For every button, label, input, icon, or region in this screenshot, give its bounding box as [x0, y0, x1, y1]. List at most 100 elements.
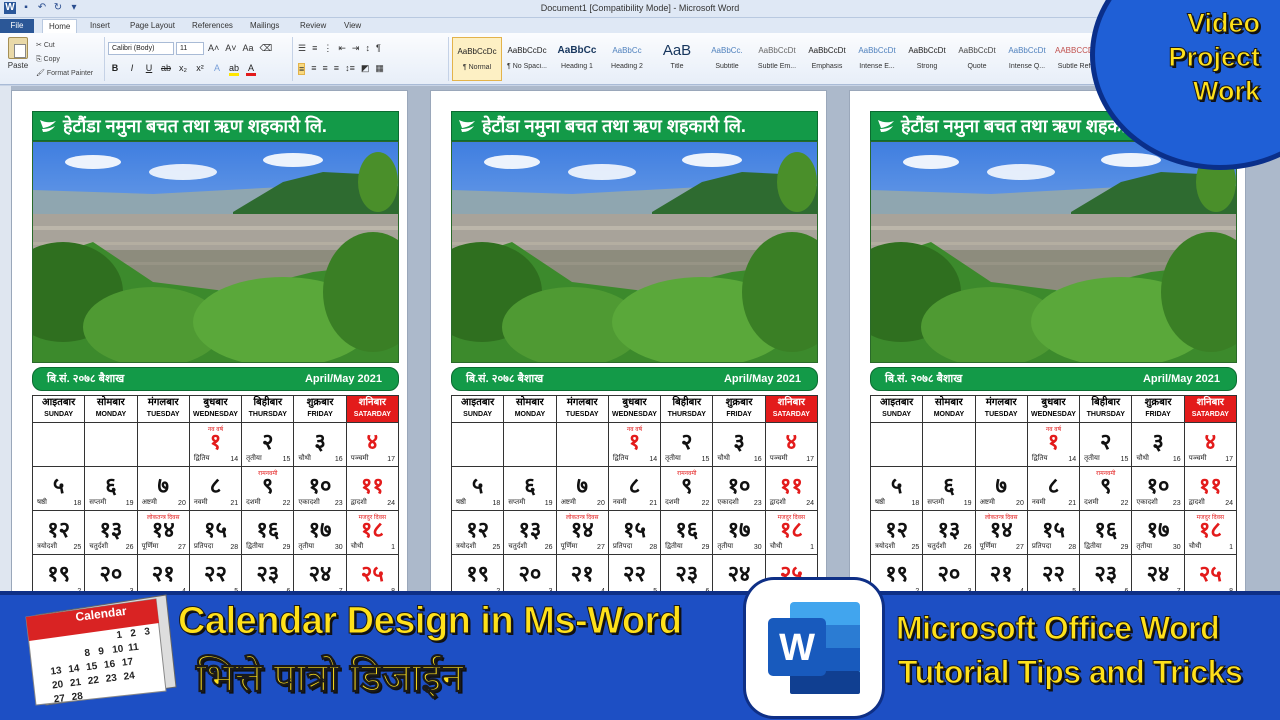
day-cell[interactable]: नव वर्ष १ द्वितिय 14 — [1026, 422, 1081, 467]
day-cell[interactable]: रामनवमी ९ दशमी 22 — [241, 466, 295, 511]
day-cell[interactable]: नव वर्ष १ द्वितिय 14 — [188, 422, 243, 467]
highlight-icon[interactable]: ab — [229, 63, 239, 76]
text-effects-icon[interactable]: A — [212, 63, 222, 76]
day-cell[interactable] — [136, 422, 190, 467]
day-cell[interactable]: ४ पञ्चमी 17 — [1183, 422, 1238, 467]
day-cell[interactable]: ८ नवमी 21 — [1026, 466, 1081, 511]
increase-indent-icon[interactable]: ⇥ — [352, 43, 360, 54]
day-cell[interactable]: ४ पञ्चमी 17 — [764, 422, 819, 467]
underline-icon[interactable]: U — [144, 63, 154, 76]
day-cell[interactable]: १२ त्रयोदशी 25 — [450, 510, 505, 555]
multilevel-list-icon[interactable]: ⋮ — [323, 43, 332, 54]
day-cell[interactable]: २ तृतीया 15 — [241, 422, 295, 467]
day-cell[interactable]: ८ नवमी 21 — [188, 466, 243, 511]
format-painter-button[interactable]: 🖌 Format Painter — [36, 67, 93, 81]
day-cell[interactable]: ३ चौथी 16 — [293, 422, 347, 467]
day-cell[interactable]: ६ सप्तमी 19 — [84, 466, 138, 511]
style-8[interactable]: AaBbCcDt Emphasis — [802, 37, 852, 81]
day-cell[interactable]: १३ चतुर्दशी 26 — [503, 510, 557, 555]
day-cell[interactable]: रामनवमी ९ दशमी 22 — [660, 466, 714, 511]
day-cell[interactable]: मजदुर दिवस १८ चौथी 1 — [764, 510, 819, 555]
style-9[interactable]: AaBbCcDt Intense E... — [852, 37, 902, 81]
tab-home[interactable]: Home — [42, 19, 78, 33]
document-page-1[interactable]: हेटौंडा नमुना बचत तथा ऋण शहकारी लि. बि.सं… — [11, 90, 408, 600]
tab-view[interactable]: View — [338, 19, 367, 33]
day-cell[interactable]: १५ प्रतिपदा 28 — [1026, 510, 1081, 555]
subscript-icon[interactable]: x₂ — [178, 63, 188, 76]
day-cell[interactable]: १० एकादशी 23 — [712, 466, 766, 511]
day-cell[interactable] — [503, 422, 557, 467]
style-5[interactable]: AaB Title — [652, 37, 702, 81]
day-cell[interactable]: ११ द्वादशी 24 — [764, 466, 819, 511]
show-marks-icon[interactable]: ¶ — [376, 43, 381, 54]
numbering-icon[interactable]: ≡ — [312, 43, 317, 54]
day-cell[interactable]: १३ चतुर्दशी 26 — [922, 510, 976, 555]
strikethrough-icon[interactable]: ab — [161, 63, 171, 76]
shrink-font-icon[interactable]: A˅ — [225, 43, 236, 54]
style-4[interactable]: AaBbCc Heading 2 — [602, 37, 652, 81]
align-center-icon[interactable]: ≡ — [311, 63, 316, 75]
day-cell[interactable] — [84, 422, 138, 467]
day-cell[interactable]: १५ प्रतिपदा 28 — [188, 510, 243, 555]
day-cell[interactable]: रामनवमी ९ दशमी 22 — [1079, 466, 1133, 511]
day-cell[interactable]: १६ द्वितीया 29 — [660, 510, 714, 555]
day-cell[interactable]: ११ द्वादशी 24 — [1183, 466, 1238, 511]
sort-icon[interactable]: ↕ — [365, 43, 370, 54]
tab-file[interactable]: File — [0, 19, 34, 33]
day-cell[interactable]: ५ षष्ठी 18 — [450, 466, 505, 511]
day-cell[interactable] — [555, 422, 609, 467]
style-6[interactable]: AaBbCc. Subtitle — [702, 37, 752, 81]
line-spacing-icon[interactable]: ↕≡ — [345, 63, 355, 75]
bold-icon[interactable]: B — [110, 63, 120, 76]
day-cell[interactable]: १३ चतुर्दशी 26 — [84, 510, 138, 555]
day-cell[interactable]: १७ तृतीया 30 — [293, 510, 347, 555]
day-cell[interactable]: ३ चौथी 16 — [712, 422, 766, 467]
day-cell[interactable]: १२ त्रयोदशी 25 — [31, 510, 86, 555]
day-cell[interactable]: लोकतन्त्र दिवस १४ पूर्णिमा 27 — [974, 510, 1028, 555]
style-3[interactable]: AaBbCc Heading 1 — [552, 37, 602, 81]
style-11[interactable]: AaBbCcDt Quote — [952, 37, 1002, 81]
day-cell[interactable]: ६ सप्तमी 19 — [503, 466, 557, 511]
tab-references[interactable]: References — [186, 19, 239, 33]
style-7[interactable]: AaBbCcDt Subtle Em... — [752, 37, 802, 81]
day-cell[interactable]: लोकतन्त्र दिवस १४ पूर्णिमा 27 — [136, 510, 190, 555]
day-cell[interactable]: २ तृतीया 15 — [1079, 422, 1133, 467]
document-page-3[interactable]: हेटौंडा नमुना बचत तथा ऋण शहकारी लि. बि.सं… — [849, 90, 1246, 600]
day-cell[interactable]: १६ द्वितीया 29 — [1079, 510, 1133, 555]
align-right-icon[interactable]: ≡ — [323, 63, 328, 75]
document-page-2[interactable]: हेटौंडा नमुना बचत तथा ऋण शहकारी लि. बि.सं… — [430, 90, 827, 600]
font-name-dropdown[interactable]: Calibri (Body) — [108, 42, 174, 55]
cut-button[interactable]: ✂ Cut — [36, 39, 93, 53]
bullets-icon[interactable]: ☰ — [298, 43, 306, 54]
copy-button[interactable]: ⎘ Copy — [36, 53, 93, 67]
style-10[interactable]: AaBbCcDt Strong — [902, 37, 952, 81]
day-cell[interactable]: नव वर्ष १ द्वितिय 14 — [607, 422, 662, 467]
style-2[interactable]: AaBbCcDc ¶ No Spaci... — [502, 37, 552, 81]
day-cell[interactable]: ७ अष्टमी 20 — [136, 466, 190, 511]
day-cell[interactable]: ७ अष्टमी 20 — [974, 466, 1028, 511]
paste-button[interactable]: Paste — [4, 37, 32, 70]
tab-review[interactable]: Review — [294, 19, 332, 33]
change-case-icon[interactable]: Aa — [243, 43, 254, 54]
day-cell[interactable]: ५ षष्ठी 18 — [31, 466, 86, 511]
day-cell[interactable]: ६ सप्तमी 19 — [922, 466, 976, 511]
shading-icon[interactable]: ◩ — [361, 63, 370, 75]
day-cell[interactable]: ५ षष्ठी 18 — [869, 466, 924, 511]
day-cell[interactable] — [31, 422, 86, 467]
day-cell[interactable]: ४ पञ्चमी 17 — [345, 422, 400, 467]
style-12[interactable]: AaBbCcDt Intense Q... — [1002, 37, 1052, 81]
day-cell[interactable]: मजदुर दिवस १८ चौथी 1 — [1183, 510, 1238, 555]
day-cell[interactable] — [974, 422, 1028, 467]
day-cell[interactable]: ७ अष्टमी 20 — [555, 466, 609, 511]
day-cell[interactable] — [869, 422, 924, 467]
day-cell[interactable]: ३ चौथी 16 — [1131, 422, 1185, 467]
day-cell[interactable]: १७ तृतीया 30 — [1131, 510, 1185, 555]
day-cell[interactable]: १२ त्रयोदशी 25 — [869, 510, 924, 555]
day-cell[interactable] — [922, 422, 976, 467]
tab-mailings[interactable]: Mailings — [244, 19, 285, 33]
day-cell[interactable]: लोकतन्त्र दिवस १४ पूर्णिमा 27 — [555, 510, 609, 555]
justify-icon[interactable]: ≡ — [334, 63, 339, 75]
decrease-indent-icon[interactable]: ⇤ — [338, 43, 346, 54]
superscript-icon[interactable]: x² — [195, 63, 205, 76]
tab-insert[interactable]: Insert — [84, 19, 116, 33]
